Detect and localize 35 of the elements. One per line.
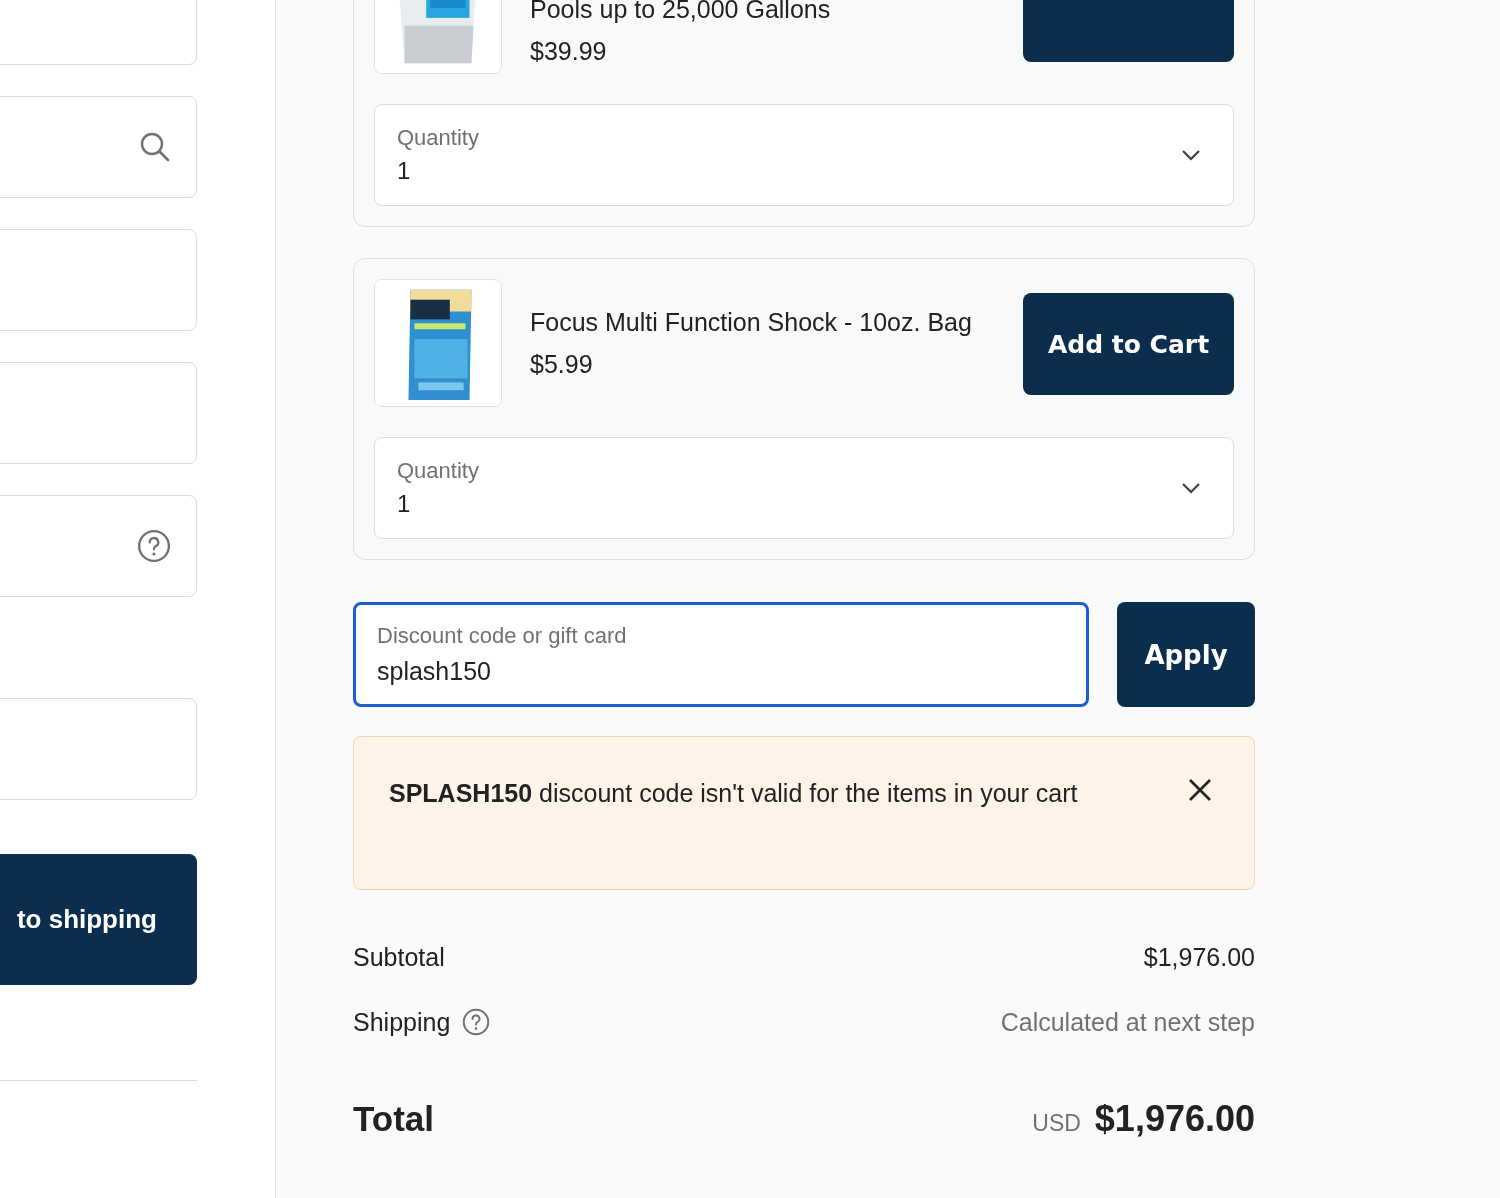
discount-label: Discount code or gift card [377, 623, 628, 649]
total-label: Total [353, 1099, 434, 1139]
shipping-label: Shipping [353, 1007, 451, 1037]
chevron-down-icon [1181, 482, 1201, 494]
quantity-select[interactable]: Quantity 1 [374, 104, 1234, 206]
quantity-label: Quantity [397, 125, 479, 151]
product-title: Focus Multi Function Shock - 10oz. Bag [530, 307, 973, 338]
subtotal-value: $1,976.00 [1143, 942, 1255, 972]
input-field[interactable] [0, 362, 197, 464]
discount-field[interactable]: Discount code or gift card splash150 [353, 602, 1089, 707]
subtotal-label: Subtotal [353, 942, 445, 972]
close-icon[interactable] [1188, 778, 1212, 802]
product-title: Pools up to 25,000 Gallons [530, 0, 832, 25]
total-value: $1,976.00 [1094, 1098, 1255, 1140]
alert-message: SPLASH150 discount code isn't valid for the items in your cart [389, 778, 1079, 809]
add-to-cart-button[interactable]: Add to Cart [1023, 293, 1234, 395]
help-icon[interactable] [462, 1008, 491, 1036]
quantity-value: 1 [397, 490, 412, 518]
input-field[interactable] [0, 96, 197, 198]
apply-button[interactable]: Apply [1117, 602, 1255, 707]
search-icon [139, 131, 171, 163]
input-field[interactable] [0, 229, 197, 331]
quantity-value: 1 [397, 157, 412, 185]
discount-value: splash150 [377, 657, 492, 686]
quantity-label: Quantity [397, 458, 479, 484]
quantity-select[interactable]: Quantity 1 [374, 437, 1234, 539]
product-price: $5.99 [530, 349, 594, 380]
input-field[interactable] [0, 495, 197, 597]
currency-label: USD [1032, 1110, 1081, 1137]
help-icon[interactable] [137, 529, 171, 563]
continue-button[interactable]: to shipping [0, 854, 197, 985]
input-field[interactable] [0, 698, 197, 800]
chevron-down-icon [1181, 149, 1201, 161]
product-price: $39.99 [530, 36, 608, 67]
shipping-value: Calculated at next step [1000, 1007, 1255, 1037]
